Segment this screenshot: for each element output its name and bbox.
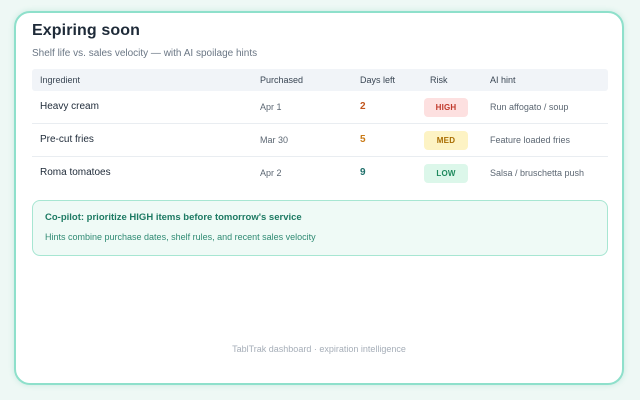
purchase-date: Apr 1 [260, 102, 282, 112]
days-left: 2 [360, 101, 366, 112]
callout-text: Hints combine purchase dates, shelf rule… [45, 232, 316, 242]
ai-hint: Feature loaded fries [490, 135, 571, 145]
column-header-purchased[interactable]: Purchased [260, 69, 303, 91]
purchase-date: Mar 30 [260, 135, 289, 145]
expiring-table: Ingredient Purchased Days left Risk AI h… [32, 69, 608, 189]
days-left: 5 [360, 134, 366, 145]
table-row[interactable]: Pre-cut fries Mar 30 5 MED Feature loade… [32, 124, 608, 157]
table-row[interactable]: Roma tomatoes Apr 2 9 LOW Salsa / brusch… [32, 157, 608, 189]
risk-badge: HIGH [424, 98, 468, 117]
ingredient-name: Roma tomatoes [40, 167, 111, 178]
column-header-ingredient[interactable]: Ingredient [40, 69, 80, 91]
callout-title: Co-pilot: prioritize HIGH items before t… [45, 212, 302, 223]
expiring-soon-card: Expiring soon Shelf life vs. sales veloc… [14, 11, 624, 385]
column-header-days-left[interactable]: Days left [360, 69, 395, 91]
ai-hint: Run affogato / soup [490, 102, 569, 112]
ingredient-name: Heavy cream [40, 101, 99, 112]
footer-text: TablTrak dashboard · expiration intellig… [232, 344, 406, 354]
column-header-ai-hint[interactable]: AI hint [490, 69, 516, 91]
ai-hint: Salsa / bruschetta push [490, 168, 585, 178]
risk-badge: MED [424, 131, 468, 150]
risk-badge: LOW [424, 164, 468, 183]
card-title: Expiring soon [32, 22, 140, 39]
purchase-date: Apr 2 [260, 168, 282, 178]
card-subtitle: Shelf life vs. sales velocity — with AI … [32, 48, 258, 59]
ingredient-name: Pre-cut fries [40, 134, 94, 145]
table-header: Ingredient Purchased Days left Risk AI h… [32, 69, 608, 91]
column-header-risk[interactable]: Risk [430, 69, 448, 91]
table-row[interactable]: Heavy cream Apr 1 2 HIGH Run affogato / … [32, 91, 608, 124]
days-left: 9 [360, 167, 366, 178]
copilot-callout: Co-pilot: prioritize HIGH items before t… [32, 200, 608, 256]
